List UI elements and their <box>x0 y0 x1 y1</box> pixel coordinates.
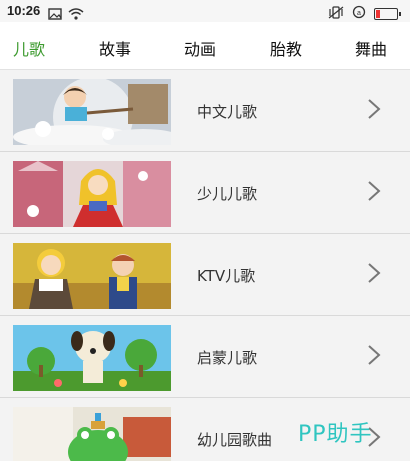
battery-icon <box>374 7 401 20</box>
list-item-label: 启蒙儿歌 <box>197 349 258 367</box>
list-item-label: KTV儿歌 <box>197 267 256 285</box>
thumbnail-puppy <box>13 325 171 391</box>
alarm-icon: a <box>352 4 366 23</box>
tab-donghua[interactable]: 动画 <box>184 36 216 60</box>
vibrate-icon <box>328 4 344 23</box>
thumbnail-prince-princess <box>13 243 171 309</box>
chevron-right-icon <box>366 343 382 367</box>
chevron-right-icon <box>366 261 382 285</box>
chevron-right-icon <box>366 97 382 121</box>
list-item-label: 中文儿歌 <box>197 103 258 121</box>
list-item-kids-songs[interactable]: 少儿儿歌 <box>0 152 410 234</box>
thumbnail-moon-girl <box>13 79 171 145</box>
tab-taijiao[interactable]: 胎教 <box>270 36 302 60</box>
list-item-enlightenment-songs[interactable]: 启蒙儿歌 <box>0 316 410 398</box>
watermark: PP助手 <box>298 422 373 447</box>
tab-wuqu[interactable]: 舞曲 <box>355 36 387 60</box>
tab-erge[interactable]: 儿歌 <box>13 36 45 60</box>
thumbnail-princess <box>13 161 171 227</box>
list-item-ktv-songs[interactable]: KTV儿歌 <box>0 234 410 316</box>
status-time: 10:26 <box>7 3 41 18</box>
status-bar: 10:26 a <box>0 0 410 22</box>
list-item-label: 少儿儿歌 <box>197 185 258 203</box>
tab-gushi[interactable]: 故事 <box>99 36 131 60</box>
list-item-label: 幼儿园歌曲 <box>197 431 273 449</box>
list-item-chinese-songs[interactable]: 中文儿歌 <box>0 70 410 152</box>
thumbnail-frog <box>13 407 171 461</box>
chevron-right-icon <box>366 179 382 203</box>
svg-text:a: a <box>357 10 361 17</box>
category-tab-bar: 儿歌 故事 动画 胎教 舞曲 <box>0 22 410 70</box>
